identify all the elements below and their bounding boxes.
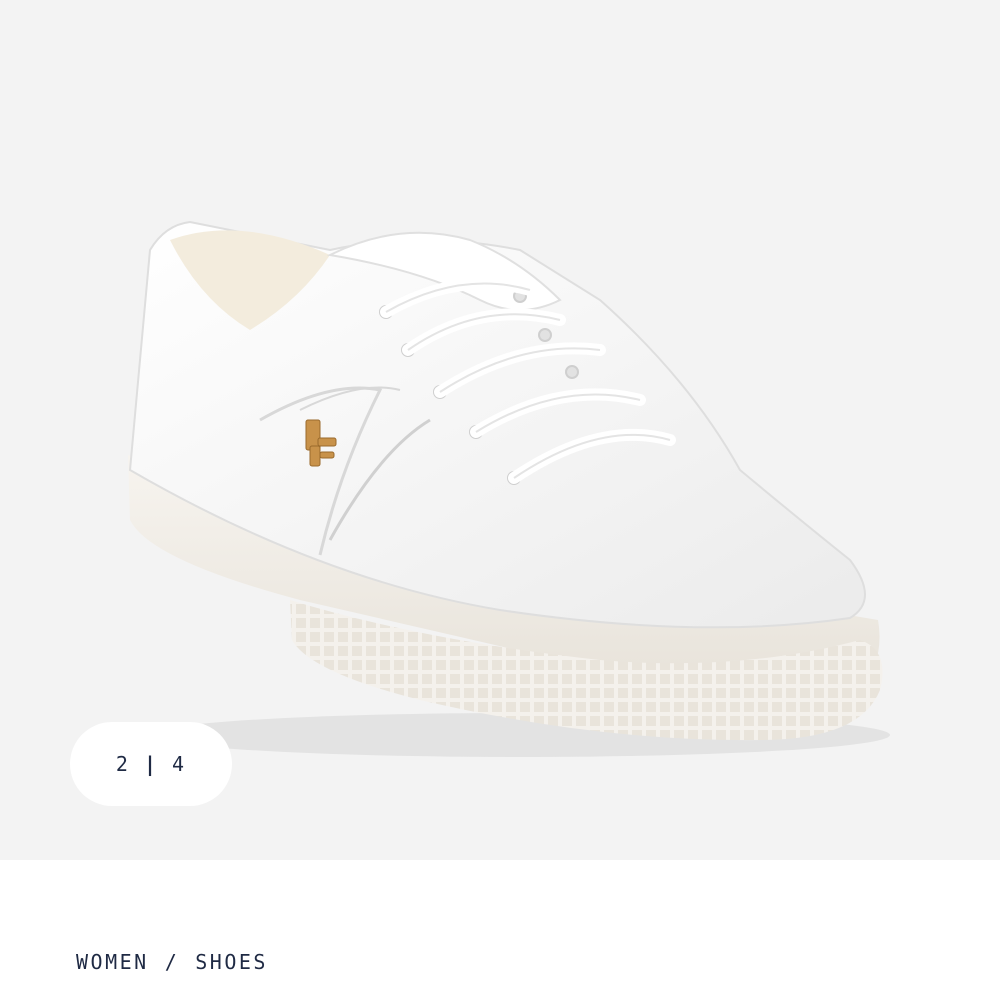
image-counter: 2 | 4: [70, 722, 232, 806]
counter-current: 2: [115, 752, 130, 776]
breadcrumb-women[interactable]: WOMEN: [76, 950, 149, 974]
breadcrumb-shoes[interactable]: SHOES: [195, 950, 268, 974]
breadcrumb: WOMEN / SHOES: [76, 950, 268, 974]
counter-separator: |: [143, 752, 159, 776]
counter-total: 4: [172, 752, 187, 776]
breadcrumb-separator: /: [164, 950, 180, 974]
product-image-gallery[interactable]: 2 | 4: [0, 0, 1000, 860]
